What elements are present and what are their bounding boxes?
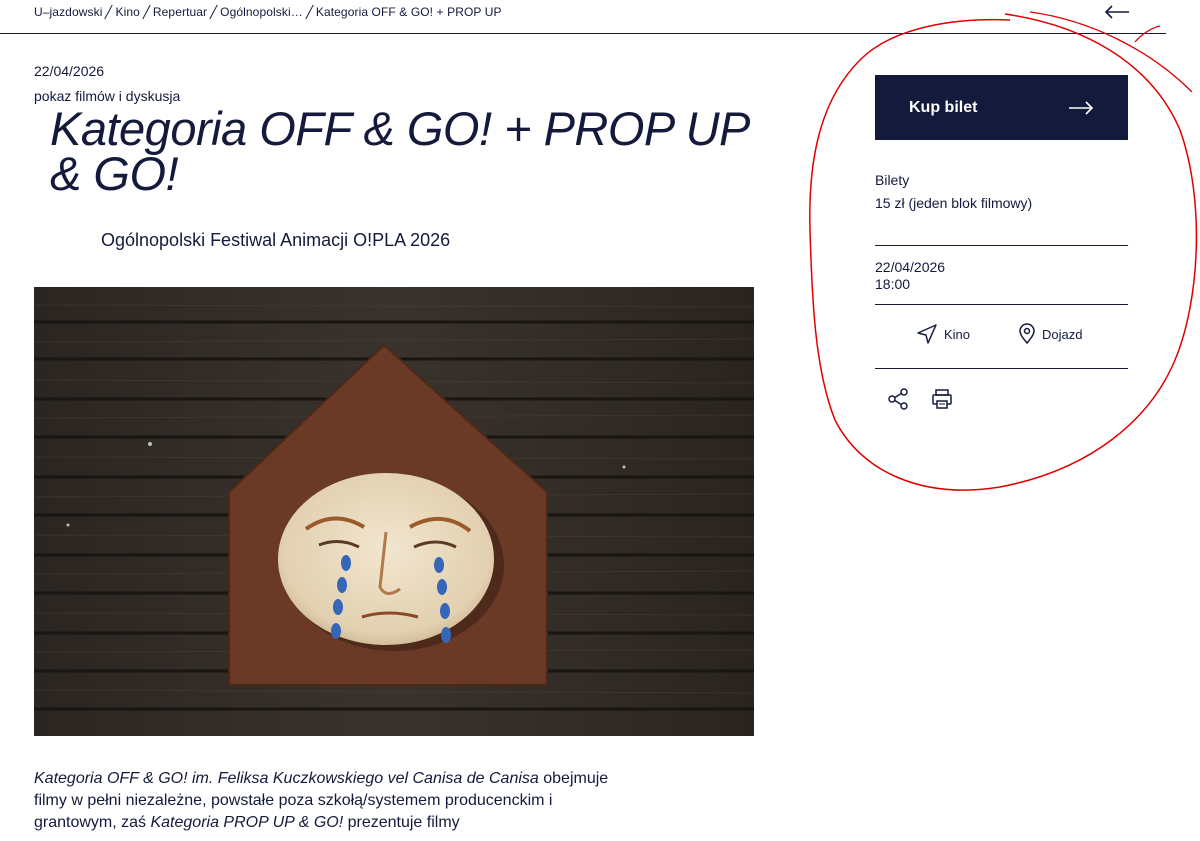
- directions-label: Dojazd: [1042, 326, 1083, 342]
- page-title: Kategoria OFF & GO! + PROP UP & GO!: [50, 102, 749, 200]
- festival-name: Ogólnopolski Festiwal Animacji O!PLA 202…: [101, 230, 451, 250]
- description-category-off: Kategoria OFF & GO! im. Feliksa Kuczkows…: [34, 770, 539, 787]
- buy-ticket-label: Kup bilet: [909, 98, 978, 116]
- breadcrumb-separator: [104, 4, 114, 20]
- divider: [875, 245, 1128, 246]
- event-description: Kategoria OFF & GO! im. Feliksa Kuczkows…: [34, 768, 634, 834]
- breadcrumb-item-kino[interactable]: Kino: [115, 5, 139, 19]
- share-icon[interactable]: [886, 387, 910, 411]
- breadcrumb-item-repertuar[interactable]: Repertuar: [153, 5, 207, 19]
- arrow-left-icon[interactable]: [1104, 5, 1130, 19]
- breadcrumb-item-festival[interactable]: Ogólnopolski…: [220, 5, 303, 19]
- divider: [875, 304, 1128, 305]
- divider: [875, 368, 1128, 369]
- directions-link[interactable]: Dojazd: [1018, 323, 1082, 345]
- buy-ticket-button[interactable]: Kup bilet: [875, 75, 1128, 140]
- navigation-arrow-icon: [917, 324, 937, 344]
- event-image: [34, 287, 754, 736]
- map-pin-icon: [1019, 323, 1035, 345]
- showing-date: 22/04/2026: [875, 259, 946, 275]
- top-bar: U–jazdowski Kino Repertuar Ogólnopolski……: [0, 0, 1166, 34]
- breadcrumb-separator: [305, 4, 314, 20]
- printer-icon[interactable]: [930, 387, 954, 411]
- venue-label: Kino: [944, 326, 971, 342]
- breadcrumb-separator: [142, 4, 151, 20]
- breadcrumb: U–jazdowski Kino Repertuar Ogólnopolski……: [34, 4, 502, 20]
- event-date: 22/04/2026: [34, 63, 105, 79]
- breadcrumb-item-current: Kategoria OFF & GO! + PROP UP: [315, 5, 502, 19]
- showing-time: 18:00: [875, 276, 911, 292]
- tickets-heading: Bilety: [875, 172, 910, 188]
- venue-link[interactable]: Kino: [916, 323, 970, 345]
- breadcrumb-separator: [209, 4, 218, 20]
- description-text-end: prezentuje filmy: [343, 814, 460, 831]
- description-category-prop: Kategoria PROP UP & GO!: [150, 814, 344, 831]
- arrow-right-icon: [1069, 100, 1094, 115]
- tickets-price: 15 zł (jeden blok filmowy): [875, 195, 1033, 211]
- event-photo: [34, 287, 754, 736]
- breadcrumb-item-home[interactable]: U–jazdowski: [34, 5, 102, 19]
